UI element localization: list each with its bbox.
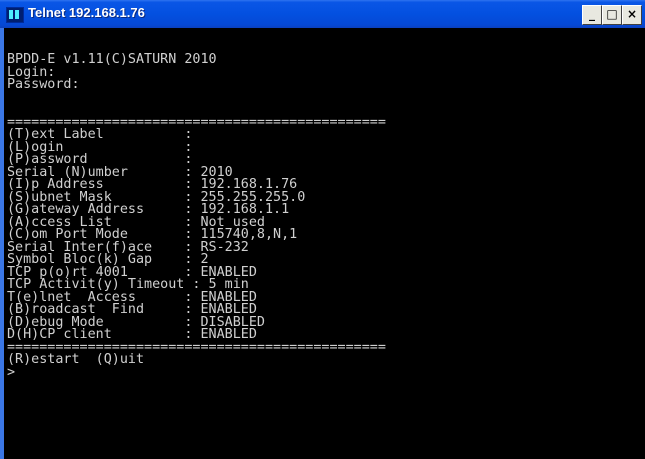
terminal-line: Password: [7, 77, 80, 92]
terminal-line: BPDD-E v1.11(C)SATURN 2010 [7, 52, 217, 67]
minimize-button[interactable]: _ [582, 5, 602, 25]
telnet-app-icon[interactable] [6, 7, 24, 23]
close-button[interactable]: × [622, 5, 642, 25]
app-icon-bar-right [15, 10, 19, 19]
terminal-output: BPDD-E v1.11(C)SATURN 2010 Login: Password… [7, 52, 386, 380]
maximize-button[interactable]: □ [602, 5, 622, 25]
window-title: Telnet 192.168.1.76 [28, 5, 145, 20]
console-area[interactable]: BPDD-E v1.11(C)SATURN 2010 Login: Password… [0, 28, 645, 459]
app-icon-bar-left [9, 10, 13, 19]
terminal-prompt[interactable]: > [7, 366, 386, 380]
telnet-window: Telnet 192.168.1.76 _ □ × BPDD-E v1.11(C… [0, 0, 645, 459]
terminal-line: (R)estart (Q)uit [7, 352, 145, 367]
title-bar[interactable]: Telnet 192.168.1.76 _ □ × [0, 0, 645, 28]
